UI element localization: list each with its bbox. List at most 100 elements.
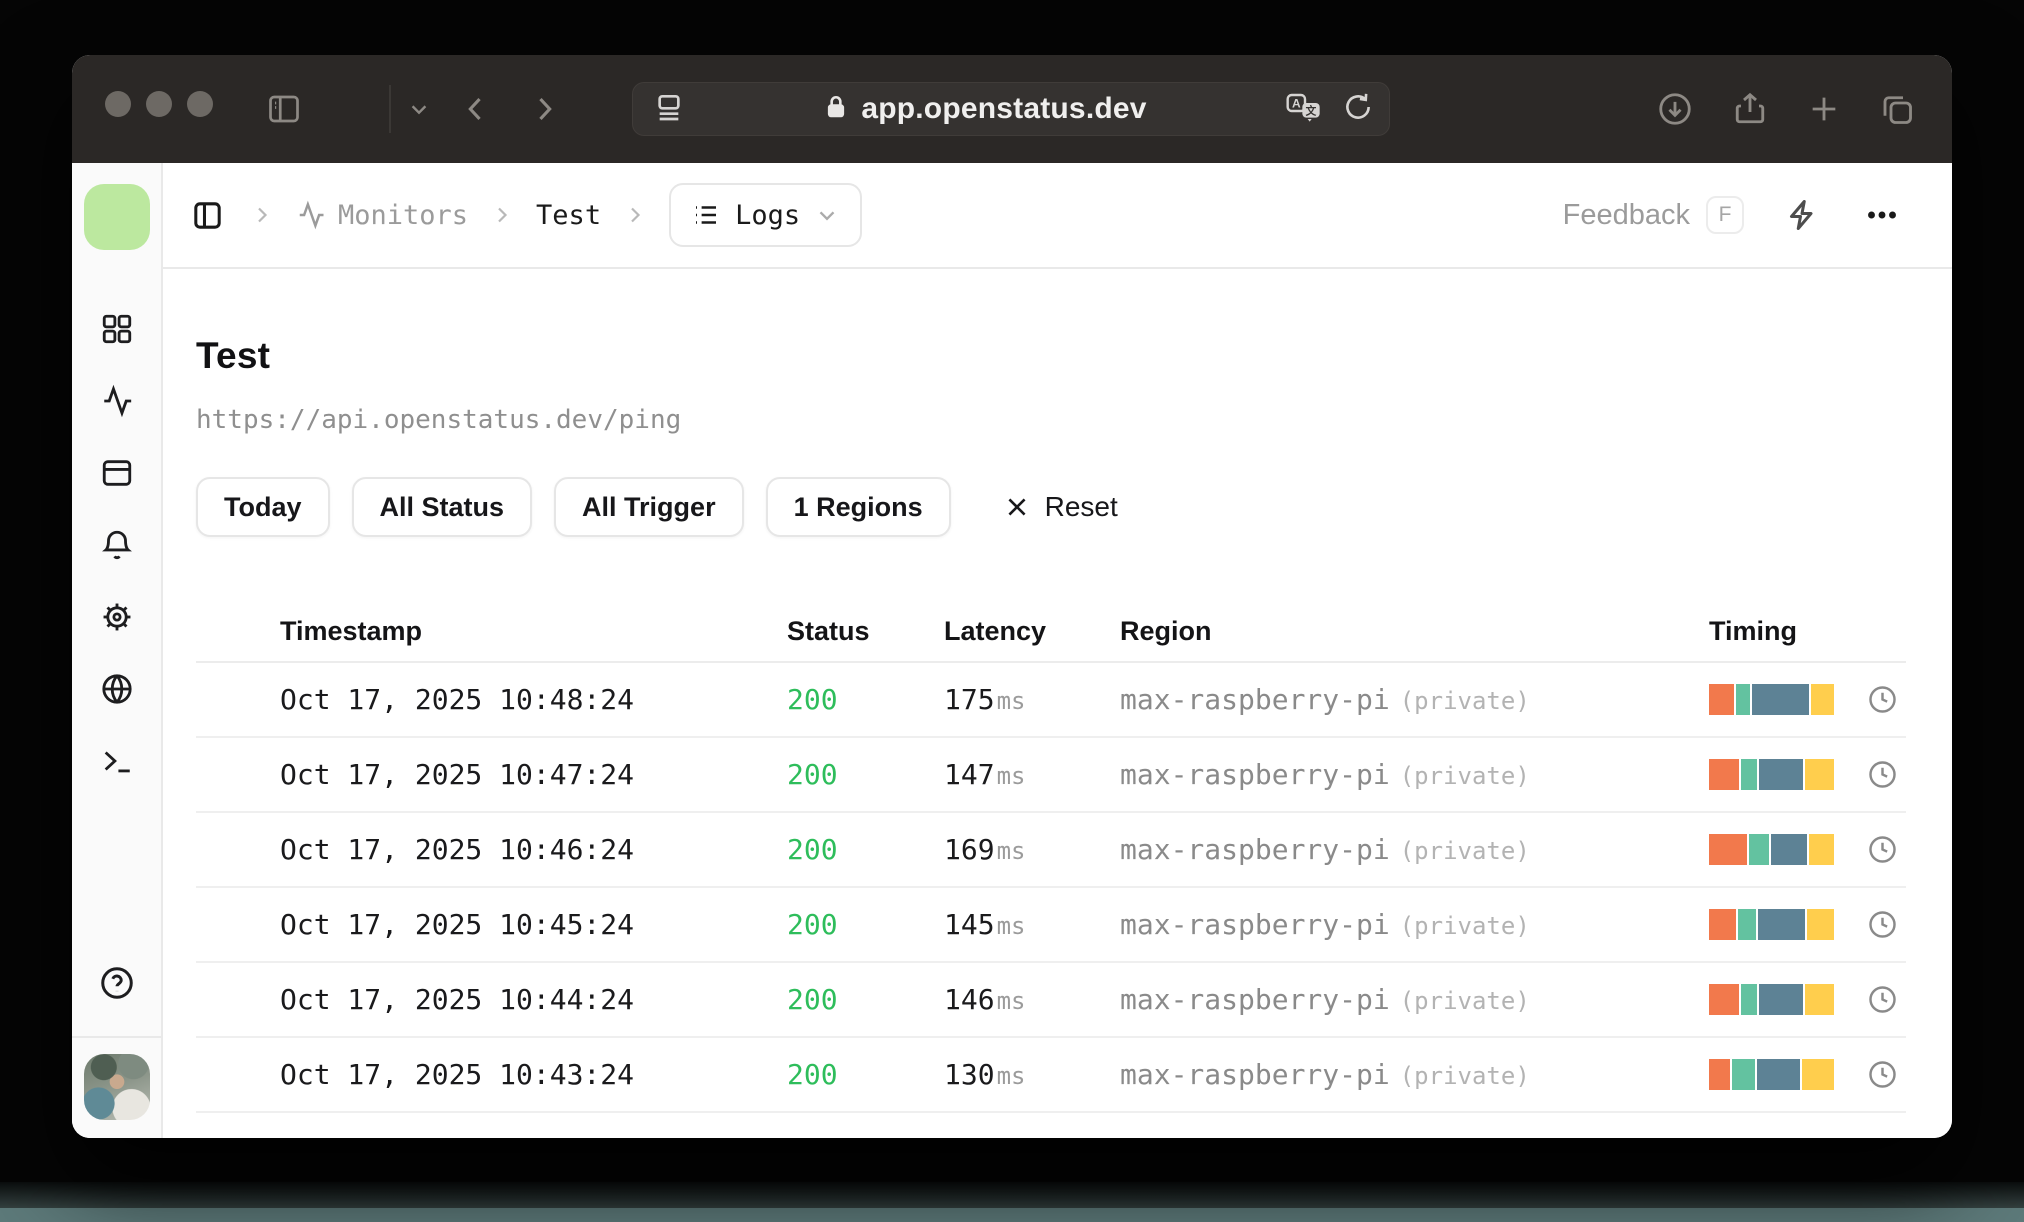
reset-filters-button[interactable]: Reset xyxy=(1003,491,1118,523)
timing-bar[interactable] xyxy=(1709,984,1834,1015)
timing-segment xyxy=(1709,909,1737,940)
breadcrumb-item-test[interactable]: Test xyxy=(536,200,601,231)
share-icon[interactable] xyxy=(1730,55,1770,163)
help-icon[interactable] xyxy=(99,965,135,1006)
window-controls xyxy=(105,91,213,117)
back-button-icon[interactable] xyxy=(456,55,496,163)
clock-icon[interactable] xyxy=(1867,1059,1898,1090)
toolbar-divider xyxy=(389,85,391,133)
cell-timestamp: Oct 17, 2025 10:45:24 xyxy=(280,908,635,941)
timing-bar[interactable] xyxy=(1709,834,1834,865)
clock-icon[interactable] xyxy=(1867,909,1898,940)
sidebar-icon-terminal[interactable] xyxy=(100,744,134,778)
address-bar[interactable]: app.openstatus.dev A文 xyxy=(632,82,1390,136)
browser-titlebar: app.openstatus.dev A文 xyxy=(72,55,1952,163)
cell-timestamp: Oct 17, 2025 10:48:24 xyxy=(280,683,635,716)
x-icon xyxy=(1008,498,1026,516)
log-table: Timestamp Status Latency Region Timing O… xyxy=(196,601,1906,1113)
filter-button-all-status[interactable]: All Status xyxy=(351,477,533,537)
sidebar-toggle-icon[interactable] xyxy=(264,55,304,163)
browser-window: app.openstatus.dev A文 Monitors Test Logs… xyxy=(72,55,1952,1138)
cell-status: 200 xyxy=(787,683,838,716)
column-header-timing[interactable]: Timing xyxy=(1709,616,1906,647)
lock-icon xyxy=(823,94,849,125)
app-content: Monitors Test Logs Feedback F Test https… xyxy=(163,163,1952,1138)
sidebar-icon-globe[interactable] xyxy=(100,672,134,706)
chevron-right-icon xyxy=(490,203,514,227)
zoom-window-button[interactable] xyxy=(187,91,213,117)
url-text[interactable]: app.openstatus.dev xyxy=(861,92,1146,126)
sidebar-icon-app-window[interactable] xyxy=(100,456,134,490)
log-table-row[interactable]: Oct 17, 2025 10:48:24 200 175ms max-rasp… xyxy=(196,663,1906,738)
translate-icon[interactable]: A文 xyxy=(1285,90,1325,129)
column-header-status[interactable]: Status xyxy=(787,616,944,647)
log-table-row[interactable]: Oct 17, 2025 10:43:24 200 130ms max-rasp… xyxy=(196,1038,1906,1113)
cell-latency: 146ms xyxy=(944,983,1026,1016)
downloads-icon[interactable] xyxy=(1655,55,1695,163)
app-header: Monitors Test Logs Feedback F xyxy=(163,163,1952,269)
cell-timestamp: Oct 17, 2025 10:44:24 xyxy=(280,983,635,1016)
cell-timestamp: Oct 17, 2025 10:47:24 xyxy=(280,758,635,791)
cell-timing xyxy=(1709,834,1906,865)
reload-icon[interactable] xyxy=(1343,92,1373,127)
timing-bar[interactable] xyxy=(1709,759,1834,790)
clock-icon[interactable] xyxy=(1867,684,1898,715)
close-window-button[interactable] xyxy=(105,91,131,117)
cell-timing xyxy=(1709,984,1906,1015)
desktop-background xyxy=(0,1182,2024,1208)
breadcrumb-item-monitors[interactable]: Monitors xyxy=(296,200,468,231)
sidebar-icon-cog[interactable] xyxy=(100,600,134,634)
view-switcher-logs-button[interactable]: Logs xyxy=(669,183,863,247)
main-panel: Test https://api.openstatus.dev/ping Tod… xyxy=(163,269,1952,1113)
sidebar-icon-dashboard-grid[interactable] xyxy=(100,312,134,346)
timing-bar[interactable] xyxy=(1709,1059,1834,1090)
timing-segment xyxy=(1759,984,1804,1015)
cell-latency: 169ms xyxy=(944,833,1026,866)
column-header-timestamp[interactable]: Timestamp xyxy=(280,616,787,647)
page-format-icon[interactable] xyxy=(653,91,685,128)
chevron-down-icon xyxy=(814,202,840,228)
clock-icon[interactable] xyxy=(1867,834,1898,865)
log-table-row[interactable]: Oct 17, 2025 10:45:24 200 145ms max-rasp… xyxy=(196,888,1906,963)
cell-timestamp: Oct 17, 2025 10:46:24 xyxy=(280,833,635,866)
workspace-logo[interactable] xyxy=(83,184,150,250)
clock-icon[interactable] xyxy=(1867,759,1898,790)
log-table-row[interactable]: Oct 17, 2025 10:46:24 200 169ms max-rasp… xyxy=(196,813,1906,888)
column-header-latency[interactable]: Latency xyxy=(944,616,1120,647)
timing-bar[interactable] xyxy=(1709,909,1834,940)
filter-button-today[interactable]: Today xyxy=(196,477,330,537)
filter-bar: Today All Status All Trigger 1 Regions Rese… xyxy=(196,477,1906,537)
new-tab-icon[interactable] xyxy=(1804,55,1844,163)
clock-icon[interactable] xyxy=(1867,984,1898,1015)
timing-segment xyxy=(1709,684,1734,715)
command-bolt-icon[interactable] xyxy=(1778,197,1826,233)
user-menu[interactable] xyxy=(72,1036,161,1138)
cell-timing xyxy=(1709,759,1906,790)
timing-bar[interactable] xyxy=(1709,684,1834,715)
timing-segment xyxy=(1806,909,1834,940)
timing-segment xyxy=(1805,984,1834,1015)
cell-timing xyxy=(1709,684,1906,715)
log-table-row[interactable]: Oct 17, 2025 10:44:24 200 146ms max-rasp… xyxy=(196,963,1906,1038)
sidebar-icon-activity[interactable] xyxy=(100,384,134,418)
filter-button-all-trigger[interactable]: All Trigger xyxy=(554,477,744,537)
minimize-window-button[interactable] xyxy=(146,91,172,117)
column-header-region[interactable]: Region xyxy=(1120,616,1709,647)
cell-latency: 147ms xyxy=(944,758,1026,791)
tab-overview-icon[interactable] xyxy=(1877,55,1917,163)
svg-text:A: A xyxy=(1292,96,1301,110)
feedback-button[interactable]: Feedback F xyxy=(1563,196,1744,234)
cell-region: max-raspberry-pi (private) xyxy=(1120,758,1530,791)
filter-button-1-regions[interactable]: 1 Regions xyxy=(765,477,951,537)
cell-region: max-raspberry-pi (private) xyxy=(1120,983,1530,1016)
activity-icon xyxy=(299,200,324,230)
sidebar-menu-chevron-icon[interactable] xyxy=(402,55,436,163)
list-icon xyxy=(696,206,717,224)
log-table-row[interactable]: Oct 17, 2025 10:47:24 200 147ms max-rasp… xyxy=(196,738,1906,813)
sidebar-icon-bell[interactable] xyxy=(100,528,134,562)
log-table-body: Oct 17, 2025 10:48:24 200 175ms max-rasp… xyxy=(196,663,1906,1113)
panel-toggle-icon[interactable] xyxy=(191,199,224,232)
more-options-icon[interactable] xyxy=(1860,197,1904,233)
user-avatar[interactable] xyxy=(83,1054,150,1120)
forward-button-icon[interactable] xyxy=(524,55,564,163)
